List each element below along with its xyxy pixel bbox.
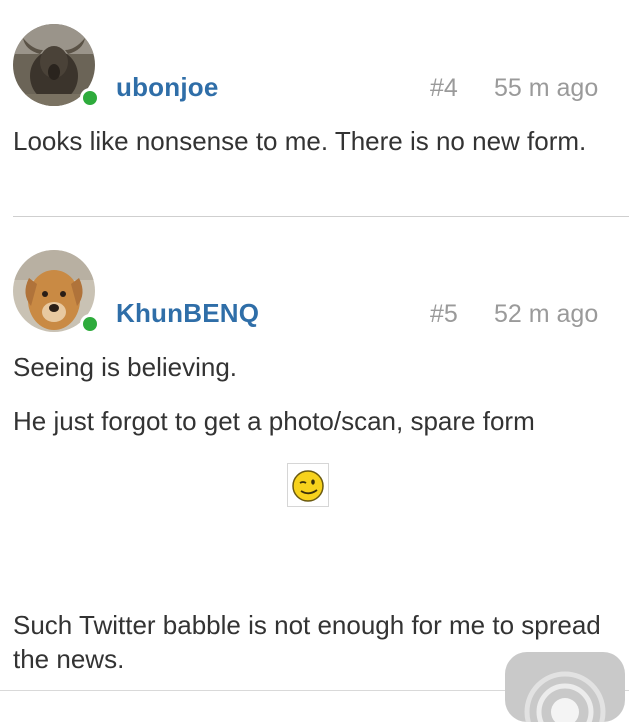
post-body-text: He just forgot to get a photo/scan, spar… bbox=[13, 406, 535, 436]
post-time[interactable]: 55 m ago bbox=[494, 74, 598, 103]
post-time[interactable]: 52 m ago bbox=[494, 300, 598, 329]
post-divider bbox=[13, 216, 629, 217]
online-status-indicator bbox=[80, 314, 100, 334]
username-link[interactable]: ubonjoe bbox=[116, 72, 219, 103]
emoji-image bbox=[287, 463, 329, 507]
username-link[interactable]: KhunBENQ bbox=[116, 298, 259, 329]
post-body-text: Looks like nonsense to me. There is no n… bbox=[13, 126, 587, 156]
wink-smiley-icon bbox=[292, 470, 324, 502]
assistive-touch-icon bbox=[524, 671, 606, 722]
online-status-indicator bbox=[80, 88, 100, 108]
post-number[interactable]: #5 bbox=[430, 300, 458, 329]
post-number[interactable]: #4 bbox=[430, 74, 458, 103]
post-body-text: Seeing is believing. bbox=[13, 352, 238, 382]
assistive-touch-button[interactable] bbox=[505, 652, 625, 722]
